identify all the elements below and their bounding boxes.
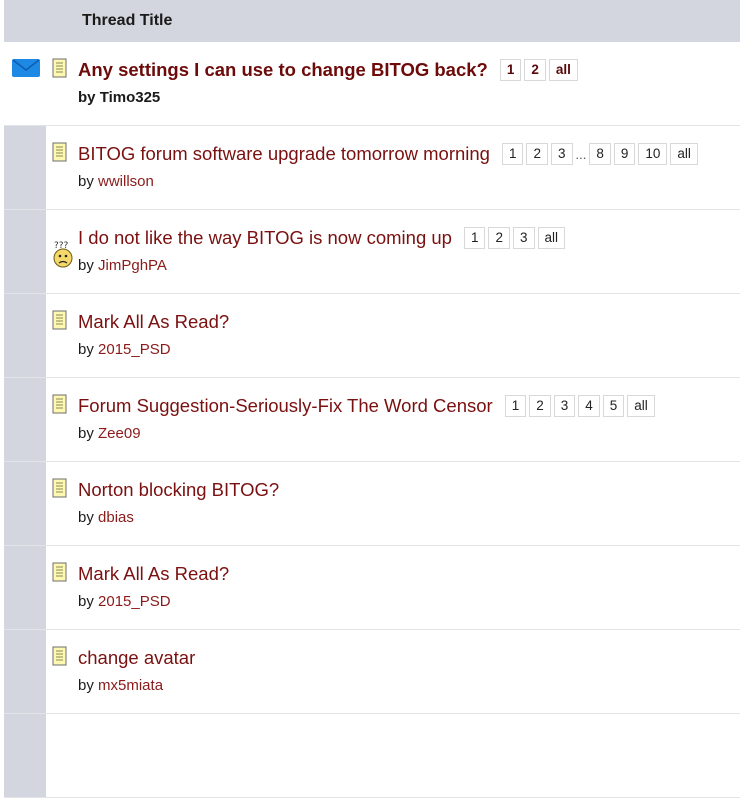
page-link-3[interactable]: 3 bbox=[551, 143, 573, 165]
thread-title-link[interactable]: Mark All As Read? bbox=[78, 311, 229, 333]
page-link-5[interactable]: 5 bbox=[602, 395, 625, 417]
status-gutter bbox=[4, 630, 46, 713]
thread-title-link[interactable]: Norton blocking BITOG? bbox=[78, 479, 279, 501]
document-icon bbox=[52, 394, 74, 418]
thread-row: Mark All As Read? by 2015_PSD bbox=[4, 294, 740, 378]
thread-row: Forum Suggestion-Seriously-Fix The Word … bbox=[4, 378, 740, 462]
page-link-1[interactable]: 1 bbox=[499, 59, 522, 81]
page-link-1[interactable]: 1 bbox=[463, 227, 486, 249]
page-link-3[interactable]: 3 bbox=[553, 395, 576, 417]
page-link-2[interactable]: 2 bbox=[524, 59, 546, 81]
page-link-2[interactable]: 2 bbox=[488, 227, 510, 249]
page-link-10[interactable]: 10 bbox=[638, 143, 668, 165]
thread-list-header: Thread Title bbox=[4, 0, 740, 42]
status-gutter bbox=[4, 42, 46, 125]
thread-author-line: by mx5miata bbox=[78, 677, 164, 694]
column-title-thread[interactable]: Thread Title bbox=[82, 12, 172, 30]
thread-row: Mark All As Read? by 2015_PSD bbox=[4, 546, 740, 630]
author-link[interactable]: 2015_PSD bbox=[98, 593, 171, 610]
page-link-all[interactable]: all bbox=[627, 395, 655, 417]
thread-author-line: by dbias bbox=[78, 509, 134, 526]
author-link[interactable]: Zee09 bbox=[98, 425, 141, 442]
author-link[interactable]: JimPghPA bbox=[98, 257, 167, 274]
thread-title-link[interactable]: Any settings I can use to change BITOG b… bbox=[78, 59, 488, 81]
thread-row: change avatar by mx5miata bbox=[4, 630, 740, 714]
status-gutter bbox=[4, 378, 46, 461]
author-link[interactable]: Timo325 bbox=[100, 89, 161, 106]
document-icon bbox=[52, 478, 74, 502]
thread-title-link[interactable]: BITOG forum software upgrade tomorrow mo… bbox=[78, 143, 490, 165]
status-gutter bbox=[4, 294, 46, 377]
page-link-3[interactable]: 3 bbox=[512, 227, 535, 249]
page-links: 1 2 3 ... 8 9 10 all bbox=[501, 143, 701, 165]
author-link[interactable]: wwillson bbox=[98, 173, 154, 190]
thread-title-link[interactable]: Mark All As Read? bbox=[78, 563, 229, 585]
author-link[interactable]: 2015_PSD bbox=[98, 341, 171, 358]
author-link[interactable]: mx5miata bbox=[98, 677, 163, 694]
confused-face-icon: ??? bbox=[52, 226, 74, 268]
page-link-8[interactable]: 8 bbox=[589, 143, 611, 165]
thread-row: Any settings I can use to change BITOG b… bbox=[4, 42, 740, 126]
thread-title-link[interactable]: Forum Suggestion-Seriously-Fix The Word … bbox=[78, 395, 493, 417]
document-icon bbox=[52, 310, 74, 334]
page-ellipsis: ... bbox=[575, 146, 587, 162]
thread-row: Norton blocking BITOG? by dbias bbox=[4, 462, 740, 546]
page-link-4[interactable]: 4 bbox=[578, 395, 600, 417]
status-gutter bbox=[4, 714, 46, 797]
page-link-2[interactable]: 2 bbox=[526, 143, 548, 165]
document-icon bbox=[52, 646, 74, 670]
author-link[interactable]: dbias bbox=[98, 509, 134, 526]
thread-title-link[interactable]: change avatar bbox=[78, 647, 195, 669]
document-icon bbox=[52, 562, 74, 586]
thread-row: BITOG forum software upgrade tomorrow mo… bbox=[4, 126, 740, 210]
page-link-1[interactable]: 1 bbox=[501, 143, 524, 165]
page-link-all[interactable]: all bbox=[548, 59, 578, 81]
document-icon bbox=[52, 142, 74, 166]
thread-author-line: by Zee09 bbox=[78, 425, 141, 442]
page-links: 1 2 3 all bbox=[463, 227, 568, 249]
status-gutter bbox=[4, 546, 46, 629]
status-gutter bbox=[4, 210, 46, 293]
page-links: 1 2 all bbox=[499, 59, 581, 81]
page-link-1[interactable]: 1 bbox=[504, 395, 527, 417]
status-gutter bbox=[4, 462, 46, 545]
page-link-all[interactable]: all bbox=[670, 143, 698, 165]
thread-row bbox=[4, 714, 740, 798]
status-gutter bbox=[4, 126, 46, 209]
thread-author-line: by Timo325 bbox=[78, 89, 161, 106]
document-icon bbox=[52, 58, 74, 82]
thread-list: Thread Title Any settings I can use to c… bbox=[4, 0, 740, 798]
thread-author-line: by 2015_PSD bbox=[78, 593, 171, 610]
page-link-all[interactable]: all bbox=[537, 227, 566, 249]
thread-row: ??? I do not like the way BITOG is now c… bbox=[4, 210, 740, 294]
thread-author-line: by JimPghPA bbox=[78, 257, 167, 274]
thread-author-line: by 2015_PSD bbox=[78, 341, 171, 358]
page-links: 1 2 3 4 5 all bbox=[504, 395, 658, 417]
page-link-2[interactable]: 2 bbox=[529, 395, 551, 417]
page-link-9[interactable]: 9 bbox=[613, 143, 636, 165]
thread-author-line: by wwillson bbox=[78, 173, 154, 190]
thread-title-link[interactable]: I do not like the way BITOG is now comin… bbox=[78, 227, 452, 249]
new-mail-icon[interactable] bbox=[12, 59, 40, 77]
